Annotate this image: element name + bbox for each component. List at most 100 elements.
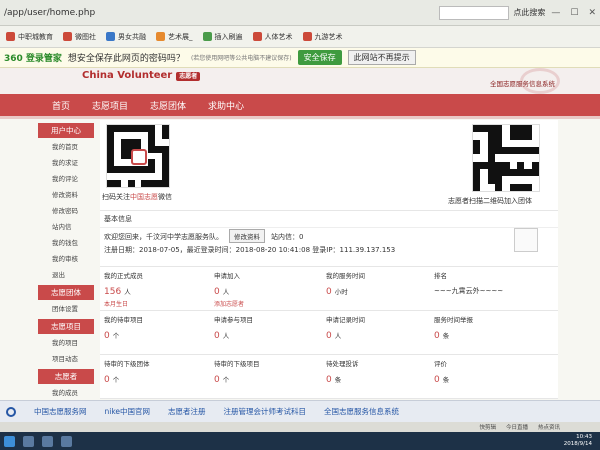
edit-profile-button[interactable]: 修改资料 [229, 229, 265, 243]
stat-label: 申请参与项目 [214, 316, 253, 324]
basic-info: 基本信息 欢迎您回来，千汶河中学志愿服务队。 修改资料 站内信：0 注册日期：201… [100, 210, 558, 262]
status-item[interactable]: 快剪辑 [479, 423, 496, 431]
qr-module [495, 183, 503, 191]
stat-value[interactable]: 0条 [434, 374, 554, 385]
stat-sub-link[interactable]: 本月生日 [104, 299, 206, 308]
qr-module [148, 166, 156, 174]
qr-module [510, 176, 517, 183]
sidebar-item[interactable]: 我的首页 [52, 138, 94, 154]
maximize-icon[interactable]: ☐ [570, 8, 578, 18]
start-icon[interactable] [4, 435, 15, 447]
sidebar-item[interactable]: 我的评论 [52, 170, 94, 186]
taskbar-app-icon[interactable] [23, 435, 34, 447]
site-logo[interactable]: China Volunteer 志愿者 [82, 70, 201, 81]
sidebar-item[interactable]: 团体设置 [52, 300, 94, 316]
url-text[interactable]: /app/user/home.php [4, 8, 439, 18]
save-password-button[interactable]: 安全保存 [297, 50, 342, 65]
qr-module [107, 159, 114, 167]
stat-unit: 小时 [334, 288, 348, 296]
qr-module [531, 147, 539, 155]
nav-home[interactable]: 首页 [52, 99, 70, 112]
favorite-item[interactable]: 九游艺术 [302, 32, 343, 42]
main-nav: 首页 志愿项目 志愿团体 求助中心 [0, 94, 600, 116]
stat-value[interactable]: 0个 [104, 374, 206, 385]
sidebar-item[interactable]: 项目动态 [52, 350, 94, 366]
browser-search-input[interactable] [439, 5, 510, 20]
address-bar[interactable]: /app/user/home.php 点此搜索 — ☐ ✕ [0, 0, 600, 26]
sidebar-list: 我的成员 [38, 384, 94, 400]
sidebar-item[interactable]: 修改密码 [52, 202, 94, 218]
qr-module [509, 132, 517, 140]
system-clock[interactable]: 10:43 2018/9/14 [564, 434, 596, 448]
sidebar-item[interactable]: 我的审核 [52, 250, 94, 266]
qr-module [517, 147, 525, 155]
favorite-item[interactable]: 插入刷遍 [202, 32, 243, 42]
status-item[interactable]: 热点资讯 [538, 423, 560, 431]
qr-module [162, 145, 169, 153]
favorite-item[interactable]: 人体艺术 [252, 32, 293, 42]
qr-module [487, 154, 495, 162]
quick-link[interactable]: nike中国官网 [105, 406, 151, 417]
status-item[interactable]: 今日直播 [506, 423, 528, 431]
stat-value[interactable]: 0 小时 [326, 286, 426, 297]
favicon-icon [252, 32, 262, 41]
qr-module [517, 161, 525, 169]
stat-unit: 个 [222, 376, 230, 384]
sidebar-item[interactable]: 我的项目 [52, 334, 94, 350]
favorite-item[interactable]: 艺术展_ [156, 32, 193, 42]
stat-value[interactable]: 0个 [104, 330, 206, 341]
qr-module [114, 153, 121, 160]
qr-module [148, 173, 155, 180]
sidebar-item[interactable]: 退出 [52, 266, 94, 282]
taskbar-app-icon[interactable] [42, 435, 53, 447]
qr-module [517, 176, 524, 183]
qr-module [120, 138, 128, 146]
quick-link[interactable]: 中国志愿服务网 [34, 406, 87, 417]
stat-unit: 条 [334, 376, 342, 384]
favorite-item[interactable]: 微图社 [63, 32, 96, 42]
stat-value[interactable]: 0个 [214, 374, 318, 385]
browser-status-bar: 快剪辑 今日直播 热点资讯 [0, 422, 600, 432]
qr-caption-right: 志愿者扫描二维码加入团体 [448, 197, 532, 205]
stat-value[interactable]: 0条 [434, 330, 554, 341]
qr-module [155, 159, 162, 166]
nav-groups[interactable]: 志愿团体 [150, 99, 186, 112]
stat-value[interactable]: 0人 [326, 330, 426, 341]
stat-value[interactable]: ~~~九霄云外~~~~ [434, 286, 554, 296]
sidebar-item[interactable]: 站内信 [52, 218, 94, 234]
stat-value[interactable]: 156 人 [104, 286, 206, 297]
stat-cell: 我的服务时间 0 小时 [322, 266, 430, 310]
favorite-item[interactable]: 男女共融 [106, 32, 146, 42]
qr-module [127, 180, 135, 187]
search-icon[interactable] [6, 406, 16, 417]
qr-module [120, 125, 128, 132]
qr-caption-left: 扫码关注中国志愿微信 [102, 193, 172, 201]
browser-search-button[interactable]: 点此搜索 [513, 7, 545, 18]
minimize-icon[interactable]: — [551, 8, 560, 18]
never-prompt-button[interactable]: 此网站不再提示 [347, 50, 416, 65]
favorite-item[interactable]: 中职城教育 [6, 32, 53, 42]
sidebar-item[interactable]: 我的成员 [52, 384, 94, 400]
qr-module [114, 146, 121, 153]
sidebar-item[interactable]: 修改资料 [52, 186, 94, 202]
taskbar-app-icon[interactable] [61, 435, 72, 447]
stat-value[interactable]: 0人 [214, 286, 318, 297]
qr-module [480, 176, 487, 183]
qr-module [473, 176, 481, 184]
nav-help[interactable]: 求助中心 [208, 99, 244, 112]
nav-projects[interactable]: 志愿项目 [92, 99, 128, 112]
avatar[interactable] [514, 228, 538, 252]
qr-module [509, 183, 517, 191]
quick-link[interactable]: 全国志愿服务信息系统 [324, 406, 399, 417]
sidebar-item[interactable]: 我的求证 [52, 154, 94, 170]
qr-module [141, 132, 148, 139]
sidebar-item[interactable]: 我的钱包 [52, 234, 94, 250]
stat-sub-link[interactable]: 添加志愿者 [214, 299, 318, 308]
stat-value[interactable]: 0条 [326, 374, 426, 385]
inbox-count[interactable]: 0 [299, 233, 303, 241]
quick-link[interactable]: 志愿者注册 [168, 406, 206, 417]
stat-value[interactable]: 0人 [214, 330, 318, 341]
quick-link[interactable]: 注册管理会计师考试科目 [224, 406, 307, 417]
close-icon[interactable]: ✕ [588, 8, 596, 18]
taskbar: 10:43 2018/9/14 [0, 432, 600, 450]
